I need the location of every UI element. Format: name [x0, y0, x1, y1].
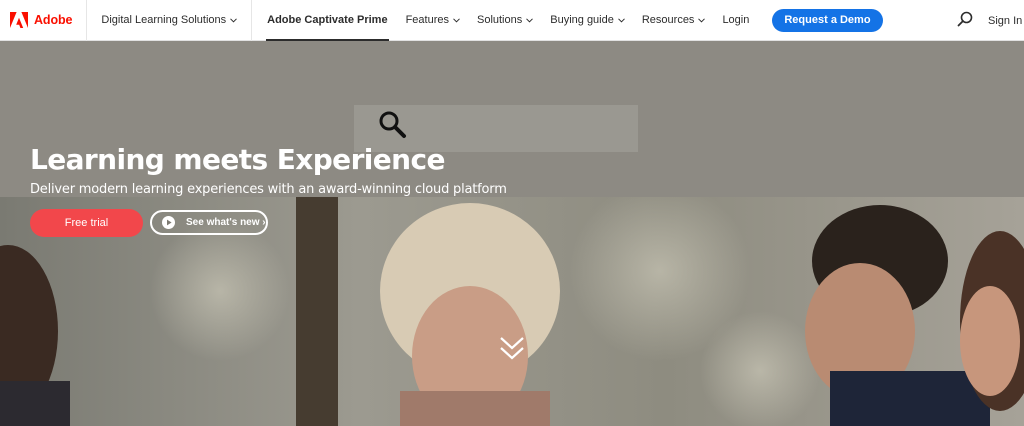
sign-in-label: Sign In — [988, 14, 1023, 27]
resources-menu[interactable]: Resources — [642, 0, 706, 41]
free-trial-label: Free trial — [64, 217, 109, 229]
chevron-down-icon — [698, 17, 706, 23]
hero-title: Learning meets Experience — [30, 143, 445, 176]
sign-in-link[interactable]: Sign In — [988, 0, 1022, 41]
section-label: Digital Learning Solutions — [101, 14, 227, 26]
request-demo-button[interactable]: Request a Demo — [772, 8, 883, 32]
brand-name: Adobe — [34, 13, 73, 27]
search-icon[interactable] — [957, 11, 973, 27]
solutions-label: Solutions — [476, 14, 523, 26]
solutions-menu[interactable]: Solutions — [476, 0, 534, 41]
digital-learning-solutions-menu[interactable]: Digital Learning Solutions — [87, 0, 253, 41]
features-menu[interactable]: Features — [406, 0, 460, 41]
product-link[interactable]: Adobe Captivate Prime — [266, 0, 389, 41]
adobe-logo-icon — [10, 12, 28, 28]
features-label: Features — [405, 14, 449, 26]
login-label: Login — [722, 14, 750, 26]
resources-label: Resources — [641, 14, 695, 26]
chevron-down-icon — [230, 17, 237, 23]
login-link[interactable]: Login — [722, 0, 749, 41]
buying-guide-menu[interactable]: Buying guide — [550, 0, 625, 41]
chevron-down-icon — [618, 17, 625, 23]
product-label: Adobe Captivate Prime — [267, 14, 388, 26]
hero-subtitle: Deliver modern learning experiences with… — [30, 182, 507, 197]
free-trial-button[interactable]: Free trial — [30, 209, 143, 237]
magnifier-icon — [379, 111, 406, 138]
play-icon — [162, 216, 175, 229]
see-whats-new-button[interactable]: See what's new › — [150, 210, 268, 235]
buying-guide-label: Buying guide — [550, 14, 614, 26]
double-chevron-down-icon[interactable] — [498, 335, 526, 363]
adobe-brand-link[interactable]: Adobe — [0, 0, 88, 41]
hero-banner: Learning meets Experience Deliver modern… — [0, 41, 1024, 426]
top-navigation: Adobe Digital Learning Solutions Adobe C… — [0, 0, 1024, 41]
chevron-down-icon — [453, 17, 460, 23]
chevron-down-icon — [526, 17, 534, 23]
request-demo-label: Request a Demo — [784, 14, 871, 26]
see-whats-new-label: See what's new › — [186, 217, 266, 228]
